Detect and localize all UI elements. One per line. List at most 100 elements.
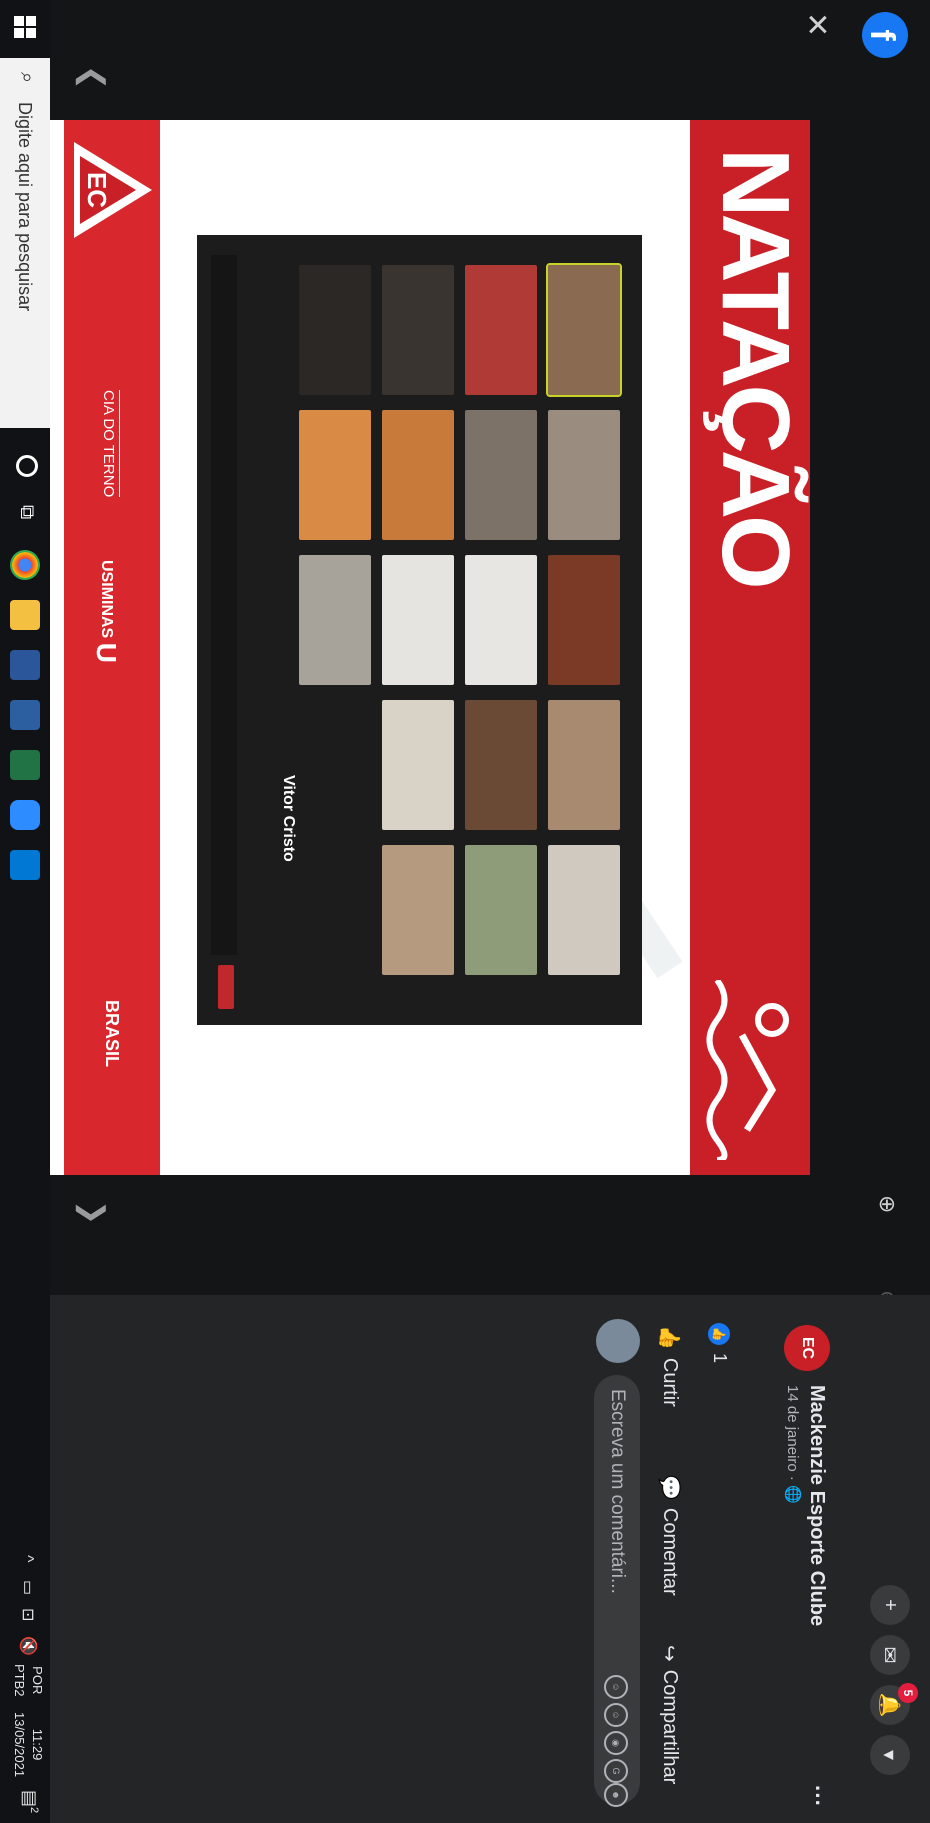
swimmer-graphic: [706, 980, 789, 1160]
usiminas-u-logo: U: [91, 642, 122, 663]
notification-badge: 5: [898, 1683, 918, 1703]
share-button-label: Compartilhar: [659, 1669, 682, 1785]
video-tile: [299, 555, 371, 685]
post-date[interactable]: 14 de janeiro · 🌐: [784, 1385, 802, 1504]
sticker-icon[interactable]: ☻: [604, 1783, 628, 1807]
video-tile: [299, 265, 371, 395]
excel-icon[interactable]: [10, 750, 40, 780]
screen: f ✕ ❮ ❯ ⊕ ⊖ ⤢ NATAÇÃO: [0, 0, 930, 1823]
action-center-icon[interactable]: ▤2: [19, 1790, 40, 1813]
user-avatar[interactable]: [596, 1319, 640, 1363]
share-button[interactable]: ↪ Compartilhar: [652, 1645, 688, 1784]
sponsor-band: EC CIA DO TERNO USIMINAS U BRASIL: [64, 120, 160, 1175]
gif-icon[interactable]: G: [604, 1759, 628, 1783]
comment-placeholder: Escreva um comentári...: [607, 1389, 628, 1594]
video-tile: [465, 845, 537, 975]
comment-button-label: Comentar: [659, 1507, 682, 1596]
video-tile: [465, 410, 537, 540]
tray-expand-icon[interactable]: ^: [18, 1555, 36, 1563]
comment-button[interactable]: 💬 Comentar: [652, 1475, 688, 1596]
post-image: NATAÇÃO Vitor Cristo EC CIA DO TERNO USI…: [40, 120, 810, 1175]
video-tile: [465, 555, 537, 685]
video-tile: [382, 410, 454, 540]
video-tile: [548, 700, 620, 830]
taskbar: ⌕ Digite aqui para pesquisar ⧉ ^ ▭ ⊡ 🔇 P…: [0, 0, 50, 1823]
facebook-logo-icon[interactable]: f: [862, 12, 908, 58]
video-call-grid: Vitor Cristo: [197, 235, 642, 1025]
participant-name: Vitor Cristo: [280, 775, 297, 862]
avatar-sticker-icon[interactable]: ☺: [604, 1675, 628, 1699]
windows-start-icon[interactable]: [14, 16, 36, 38]
mackenzie-crest: EC: [74, 142, 152, 238]
volume-muted-icon[interactable]: 🔇: [18, 1636, 38, 1656]
messenger-icon[interactable]: ✉: [870, 1635, 910, 1675]
clock[interactable]: 11:29 13/05/2021: [10, 1712, 46, 1777]
search-icon: ⌕: [16, 72, 38, 84]
video-tile: [548, 845, 620, 975]
close-icon[interactable]: ✕: [799, 12, 834, 37]
clock-date: 13/05/2021: [12, 1712, 27, 1778]
video-tile: [382, 265, 454, 395]
start-pane: [26, 16, 36, 26]
like-reaction-icon: 👍: [708, 1323, 730, 1345]
cortana-icon[interactable]: [16, 455, 38, 477]
sponsor-cia: CIA DO TERNO: [100, 390, 120, 498]
search-placeholder: Digite aqui para pesquisar: [15, 102, 35, 312]
battery-icon[interactable]: ▭: [18, 1580, 38, 1595]
video-tile: [382, 555, 454, 685]
taskbar-search-input[interactable]: ⌕ Digite aqui para pesquisar: [0, 58, 50, 428]
video-tile: [548, 410, 620, 540]
zoom-toolbar: [211, 255, 237, 955]
svg-text:EC: EC: [82, 172, 112, 208]
like-button[interactable]: 👍 Curtir: [652, 1325, 688, 1407]
image-title-bar: NATAÇÃO: [690, 120, 810, 1175]
globe-icon: 🌐: [784, 1485, 801, 1504]
thumbs-up-icon: 👍: [658, 1325, 681, 1350]
sponsor-usiminas-label: USIMINAS: [97, 560, 115, 639]
create-button[interactable]: +: [870, 1585, 910, 1625]
comment-input[interactable]: Escreva um comentári... ☺ ☺ ◉ G ☻: [594, 1375, 640, 1807]
like-button-label: Curtir: [659, 1357, 682, 1407]
more-options-icon[interactable]: ···: [804, 1785, 830, 1807]
language-code: POR: [30, 1666, 45, 1695]
store-icon[interactable]: [10, 850, 40, 880]
video-tile: [465, 700, 537, 830]
action-center-count: 2: [28, 1807, 40, 1814]
page-avatar[interactable]: EC: [784, 1325, 830, 1371]
clock-time: 11:29: [30, 1728, 45, 1761]
video-tile: [382, 845, 454, 975]
start-pane: [26, 28, 36, 38]
file-explorer-icon[interactable]: [10, 600, 40, 630]
chevron-right-icon[interactable]: ❯: [75, 1200, 110, 1225]
chevron-left-icon[interactable]: ❮: [75, 65, 110, 90]
camera-icon[interactable]: ◉: [604, 1731, 628, 1755]
sponsor-usiminas: USIMINAS U: [90, 560, 122, 663]
sponsor-brasil: BRASIL: [102, 1000, 122, 1067]
page-name[interactable]: Mackenzie Esporte Clube: [805, 1385, 828, 1626]
notifications-icon[interactable]: 🔔 5: [870, 1683, 918, 1725]
network-icon[interactable]: ⊡: [18, 1608, 38, 1621]
chrome-icon[interactable]: [10, 550, 40, 580]
photo-viewer: f ✕ ❮ ❯ ⊕ ⊖ ⤢ NATAÇÃO: [40, 0, 930, 1406]
post-side-panel: + ✉ 🔔 5 ▾ EC Mackenzie Esporte Clube 14 …: [50, 1295, 930, 1823]
video-tile: [382, 700, 454, 830]
like-count[interactable]: 1: [709, 1353, 730, 1363]
share-arrow-icon: ↪: [658, 1645, 681, 1662]
calculator-icon[interactable]: [10, 700, 40, 730]
start-pane: [14, 28, 24, 38]
task-view-icon[interactable]: ⧉: [15, 505, 38, 519]
keyboard-layout: PTB2: [12, 1664, 27, 1697]
emoji-icon[interactable]: ☺: [604, 1703, 628, 1727]
start-pane: [14, 16, 24, 26]
account-menu-icon[interactable]: ▾: [870, 1735, 910, 1775]
video-tile: [546, 261, 622, 399]
leave-button: [218, 965, 234, 1009]
video-tile: [465, 265, 537, 395]
video-tile: [548, 555, 620, 685]
word-icon[interactable]: [10, 650, 40, 680]
video-tile: [299, 410, 371, 540]
zoom-icon[interactable]: [10, 800, 40, 830]
post-date-text: 14 de janeiro ·: [784, 1385, 801, 1481]
language-indicator[interactable]: POR PTB2: [10, 1664, 46, 1697]
zoom-in-icon[interactable]: ⊕: [874, 1195, 900, 1213]
